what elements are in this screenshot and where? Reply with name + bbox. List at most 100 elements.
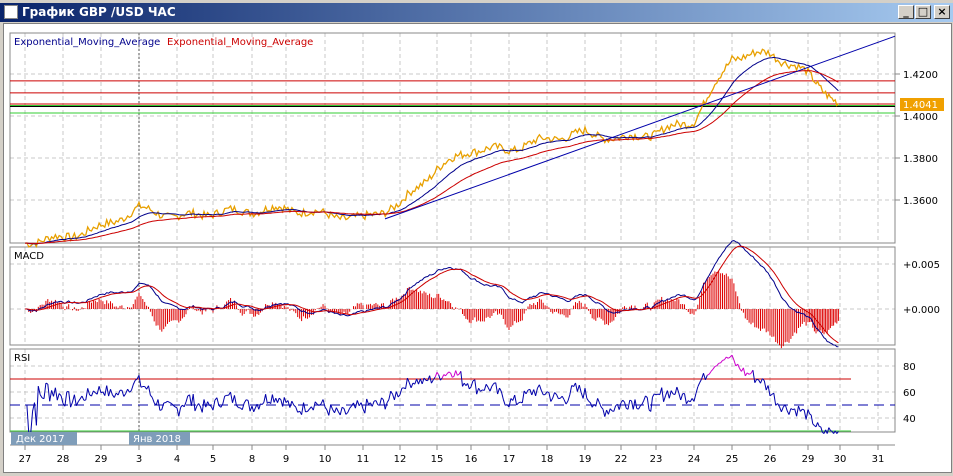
x-tick-label: 8 bbox=[249, 454, 255, 465]
grid: 27 28 29 3 4 5 8 9 10 11 12 15 16 17 18 19 22 23 24 25 26 29 3… bbox=[10, 33, 940, 465]
rsi-segment bbox=[550, 397, 554, 402]
price-tick-label: 1.4200 bbox=[903, 70, 938, 81]
rsi-segment bbox=[73, 394, 77, 406]
rsi-segment bbox=[607, 408, 611, 415]
rsi-segment bbox=[746, 372, 750, 375]
rsi-segment bbox=[375, 400, 379, 406]
rsi-segment bbox=[446, 371, 450, 374]
trendline bbox=[384, 35, 896, 220]
rsi-segment bbox=[121, 390, 125, 397]
rsi-segment bbox=[565, 400, 569, 405]
rsi-segment bbox=[233, 395, 237, 406]
rsi-segment bbox=[414, 378, 418, 385]
rsi-segment bbox=[453, 370, 457, 377]
rsi-segment bbox=[798, 405, 801, 412]
rsi-segment bbox=[312, 401, 316, 411]
price-series-line bbox=[24, 48, 839, 249]
rsi-segment bbox=[480, 389, 483, 392]
x-tick-label: 29 bbox=[802, 454, 815, 465]
rsi-segment bbox=[96, 386, 100, 395]
rsi-segment bbox=[334, 407, 337, 413]
rsi-segment bbox=[123, 393, 127, 397]
rsi-segment bbox=[265, 394, 268, 404]
rsi-segment bbox=[710, 368, 714, 372]
rsi-segment bbox=[597, 398, 600, 403]
rsi-segment bbox=[450, 372, 453, 378]
x-tick-label: 22 bbox=[615, 454, 628, 465]
rsi-segment bbox=[576, 385, 580, 392]
rsi-segment bbox=[563, 399, 567, 405]
rsi-segment bbox=[604, 409, 608, 417]
rsi-segment bbox=[752, 370, 756, 383]
rsi-tick-label: 40 bbox=[903, 414, 916, 425]
rsi-segment bbox=[287, 400, 291, 408]
rsi-segment bbox=[194, 405, 198, 412]
rsi-segment bbox=[554, 392, 557, 395]
rsi-segment bbox=[386, 399, 390, 403]
x-tick-label: 23 bbox=[650, 454, 663, 465]
rsi-segment bbox=[295, 406, 299, 413]
ema-slow-line bbox=[25, 70, 839, 245]
rsi-segment bbox=[588, 400, 591, 404]
rsi-segment bbox=[189, 394, 192, 406]
x-tick-label: 11 bbox=[357, 454, 370, 465]
rsi-segment bbox=[699, 378, 703, 383]
rsi-segment bbox=[790, 408, 794, 411]
rsi-segment bbox=[278, 397, 282, 401]
rsi-segment bbox=[652, 393, 655, 398]
rsi-segment bbox=[445, 373, 448, 377]
rsi-segment bbox=[198, 403, 201, 407]
rsi-segment bbox=[674, 386, 678, 395]
rsi-segment bbox=[303, 402, 306, 413]
rsi-segment bbox=[293, 404, 297, 408]
rsi-segment bbox=[441, 374, 445, 379]
rsi-segment bbox=[151, 397, 155, 403]
x-tick-label: 29 bbox=[95, 454, 108, 465]
rsi-segment bbox=[643, 395, 646, 401]
rsi-segment bbox=[85, 388, 89, 401]
rsi-segment bbox=[130, 384, 134, 391]
rsi-segment bbox=[408, 382, 412, 388]
x-tick-label: 12 bbox=[394, 454, 407, 465]
chart-area[interactable]: 27 28 29 3 4 5 8 9 10 11 12 15 16 17 18 19 22 23 24 25 26 29 3… bbox=[0, 0, 953, 476]
rsi-segment bbox=[169, 401, 172, 404]
rsi-segment bbox=[552, 392, 556, 399]
rsi-segment bbox=[595, 398, 599, 407]
x-tick-label: 15 bbox=[431, 454, 444, 465]
rsi-segment bbox=[645, 395, 648, 398]
x-tick-label: 27 bbox=[19, 454, 32, 465]
rsi-segment bbox=[468, 386, 472, 390]
rsi-segment bbox=[742, 367, 746, 377]
rsi-segment bbox=[502, 399, 506, 406]
rsi-segment bbox=[314, 401, 318, 405]
x-tick-label: 10 bbox=[319, 454, 332, 465]
rsi-segment bbox=[567, 394, 571, 402]
rsi-segment bbox=[722, 359, 725, 361]
x-tick-label: 28 bbox=[57, 454, 70, 465]
rsi-segment bbox=[483, 384, 487, 391]
rsi-segment bbox=[440, 377, 443, 381]
rsi-segment bbox=[26, 404, 30, 434]
rsi-segment bbox=[43, 383, 47, 399]
month-label-dec-text: Дек 2017 bbox=[16, 434, 65, 445]
x-tick-label: 4 bbox=[174, 454, 180, 465]
rsi-segment bbox=[335, 407, 339, 412]
x-tick-label: 19 bbox=[579, 454, 592, 465]
rsi-segment bbox=[291, 400, 295, 406]
rsi-segment bbox=[148, 385, 151, 396]
rsi-segment bbox=[641, 400, 645, 405]
rsi-segment bbox=[117, 390, 121, 396]
rsi-segment bbox=[345, 412, 349, 415]
rsi-segment bbox=[49, 390, 53, 402]
rsi-segment bbox=[476, 388, 480, 395]
x-tick-label: 26 bbox=[764, 454, 777, 465]
month-label-jan-text: Янв 2018 bbox=[133, 434, 181, 445]
rsi-segment bbox=[680, 393, 684, 401]
x-tick-label: 18 bbox=[541, 454, 554, 465]
rsi-segment bbox=[58, 393, 62, 397]
rsi-segment bbox=[455, 370, 458, 376]
rsi-segment bbox=[478, 387, 481, 392]
rsi-segment bbox=[261, 401, 265, 405]
rsi-segment bbox=[371, 400, 375, 407]
rsi-segment bbox=[817, 422, 820, 427]
